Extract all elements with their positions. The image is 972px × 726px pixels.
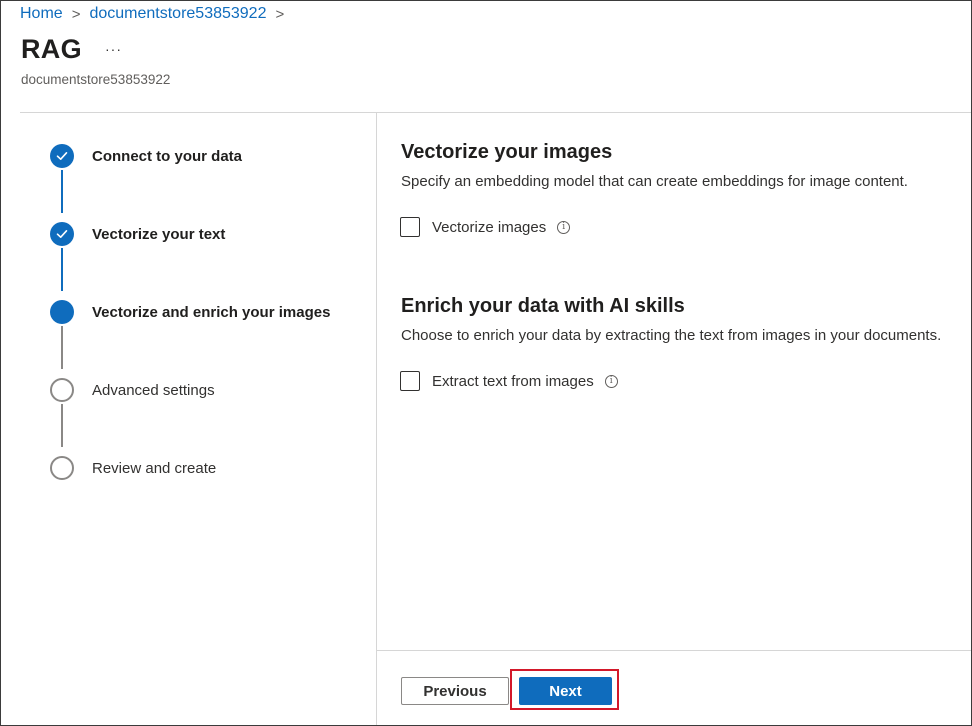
step-connector	[61, 248, 63, 291]
step-review-create[interactable]: Review and create	[50, 455, 216, 481]
extract-text-checkbox[interactable]	[400, 371, 420, 391]
step-label: Connect to your data	[92, 147, 243, 165]
breadcrumb-separator: >	[275, 5, 285, 23]
vectorize-section-title: Vectorize your images	[401, 141, 613, 163]
enrich-section-title: Enrich your data with AI skills	[401, 295, 685, 317]
step-connector	[61, 404, 63, 447]
header-divider	[20, 112, 971, 113]
page-title: RAG	[21, 34, 82, 64]
footer-divider	[377, 650, 971, 651]
next-button[interactable]: Next	[519, 677, 612, 705]
info-icon[interactable]: i	[557, 220, 571, 234]
vectorize-images-checkbox[interactable]	[400, 217, 420, 237]
vectorize-images-checkbox-row[interactable]: Vectorize images i	[400, 216, 571, 238]
step-vectorize-images[interactable]: Vectorize and enrich your images	[50, 299, 330, 325]
step-label: Vectorize and enrich your images	[92, 303, 331, 321]
previous-button[interactable]: Previous	[401, 677, 509, 705]
info-icon[interactable]: i	[604, 374, 618, 388]
step-label: Advanced settings	[92, 381, 215, 399]
page-subtitle: documentstore53853922	[21, 72, 171, 87]
step-connect-data[interactable]: Connect to your data	[50, 143, 242, 169]
enrich-section-description: Choose to enrich your data by extracting…	[401, 327, 942, 344]
empty-circle-icon	[50, 456, 74, 480]
checkbox-label: Vectorize images	[432, 218, 547, 236]
step-connector	[61, 170, 63, 213]
breadcrumb-separator: >	[71, 5, 81, 23]
current-step-icon	[50, 300, 74, 324]
step-label: Vectorize your text	[92, 225, 226, 243]
checkmark-icon	[50, 144, 74, 168]
checkbox-label: Extract text from images	[432, 372, 594, 390]
breadcrumb-home-link[interactable]: Home	[20, 5, 63, 23]
step-advanced-settings[interactable]: Advanced settings	[50, 377, 215, 403]
checkmark-icon	[50, 222, 74, 246]
step-connector	[61, 326, 63, 369]
breadcrumb-store-link[interactable]: documentstore53853922	[89, 5, 266, 23]
vectorize-section-description: Specify an embedding model that can crea…	[401, 173, 908, 190]
panel-divider	[376, 113, 377, 725]
wizard-window: Home > documentstore53853922 > RAG ··· d…	[0, 0, 972, 726]
more-options-button[interactable]: ···	[105, 41, 122, 57]
step-vectorize-text[interactable]: Vectorize your text	[50, 221, 225, 247]
breadcrumb: Home > documentstore53853922 >	[20, 3, 293, 25]
empty-circle-icon	[50, 378, 74, 402]
extract-text-checkbox-row[interactable]: Extract text from images i	[400, 370, 618, 392]
step-label: Review and create	[92, 459, 217, 477]
